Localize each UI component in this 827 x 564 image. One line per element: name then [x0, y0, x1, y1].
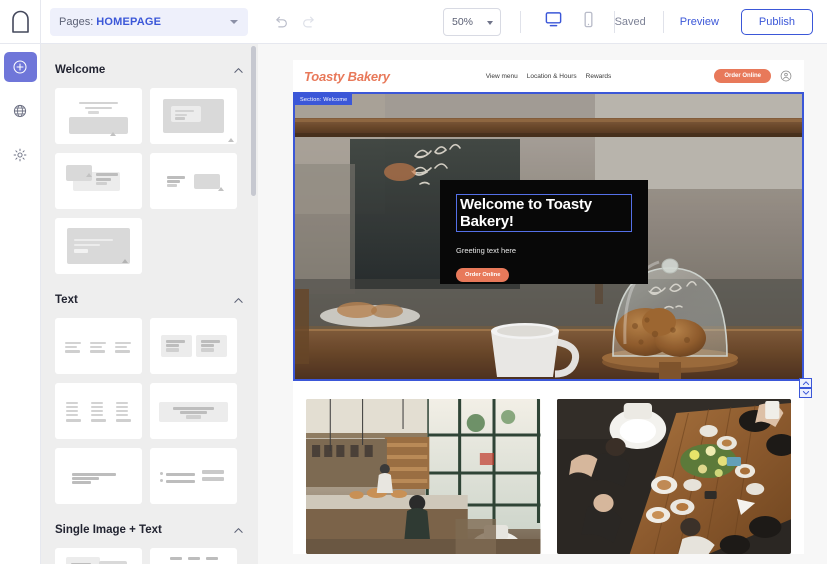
chevron-down-icon [230, 19, 238, 24]
redo-icon [303, 16, 314, 27]
device-preview-toggle [544, 10, 598, 34]
hero-text-overlay[interactable]: Welcome to Toasty Bakery! Greeting text … [440, 180, 648, 284]
single-image-text-thumb-grid [55, 548, 244, 564]
mobile-view-button[interactable] [579, 10, 598, 34]
thumb-text-layout-2[interactable] [150, 318, 237, 374]
toolbar-divider [662, 11, 664, 33]
site-canvas[interactable]: Toasty Bakery View menu Location & Hours… [258, 44, 827, 564]
nav-link-view-menu[interactable]: View menu [486, 73, 518, 80]
undo-icon [276, 16, 287, 27]
rail-item-site-design[interactable] [4, 96, 37, 126]
thumb-welcome-layout-2[interactable] [150, 88, 237, 144]
selected-section-welcome[interactable]: Section: Welcome Welcome to Toasty Baker… [293, 92, 812, 398]
thumb-text-layout-5[interactable] [55, 448, 142, 504]
communal-table-photo [556, 399, 791, 554]
gallery-photo-1[interactable] [306, 399, 541, 554]
move-section-up-button[interactable] [799, 378, 812, 388]
thumb-welcome-layout-4[interactable] [150, 153, 237, 209]
panel-section-header-single-image-text[interactable]: Single Image + Text [55, 504, 244, 548]
toolbar-divider [520, 11, 521, 33]
site-preview: Toasty Bakery View menu Location & Hours… [293, 60, 812, 554]
site-order-online-button[interactable]: Order Online [714, 69, 771, 83]
undo-button[interactable] [272, 13, 290, 31]
hero-cta-button[interactable]: Order Online [456, 268, 510, 282]
section-badge: Section: Welcome [295, 94, 353, 105]
image-placeholder-icon [228, 138, 234, 142]
zoom-level-value: 50% [452, 16, 474, 28]
gear-icon [13, 148, 27, 162]
section-title: Text [55, 294, 78, 306]
pages-dropdown[interactable]: Pages: HOMEPAGE [50, 7, 248, 36]
chevron-up-icon[interactable] [233, 65, 244, 76]
publish-button[interactable]: Publish [740, 9, 813, 35]
site-nav-links: View menu Location & Hours Rewards [486, 73, 612, 80]
app-logo-icon [11, 10, 29, 33]
nav-link-rewards[interactable]: Rewards [586, 73, 612, 80]
panel-section-header-text[interactable]: Text [55, 274, 244, 318]
site-navbar: Toasty Bakery View menu Location & Hours… [293, 60, 804, 92]
thumb-single-image-text-layout-1[interactable] [55, 548, 142, 564]
globe-icon [13, 104, 27, 118]
history-controls [272, 13, 318, 31]
chevron-down-icon [802, 391, 809, 395]
plus-circle-icon [13, 60, 27, 74]
nav-link-location-hours[interactable]: Location & Hours [527, 73, 577, 80]
gallery-section[interactable] [293, 381, 804, 554]
section-title: Single Image + Text [55, 524, 162, 536]
zoom-dropdown[interactable]: 50% [443, 8, 501, 36]
image-placeholder-icon [122, 259, 128, 263]
image-placeholder-icon [86, 173, 92, 177]
save-status: Saved [614, 16, 646, 28]
publish-controls: Saved Preview Publish [598, 0, 813, 44]
mobile-phone-icon [584, 11, 593, 28]
site-brand[interactable]: Toasty Bakery [304, 69, 390, 84]
desktop-monitor-icon [545, 12, 562, 27]
desktop-view-button[interactable] [544, 10, 563, 34]
image-placeholder-icon [110, 132, 116, 136]
thumb-text-layout-6[interactable] [150, 448, 237, 504]
thumb-text-layout-1[interactable] [55, 318, 142, 374]
gallery-photo-2[interactable] [556, 399, 791, 554]
top-toolbar: Pages: HOMEPAGE 50% Saved Preview Publis… [0, 0, 827, 44]
chevron-up-icon [802, 381, 809, 385]
chevron-up-icon[interactable] [233, 295, 244, 306]
panel-scrollbar-thumb[interactable] [251, 46, 256, 196]
move-section-down-button[interactable] [799, 388, 812, 398]
panel-scrollbar[interactable] [251, 44, 257, 564]
thumb-welcome-layout-5[interactable] [55, 218, 142, 274]
section-move-controls [799, 378, 812, 398]
account-circle-icon[interactable] [780, 70, 792, 82]
pages-label: Pages: [59, 15, 94, 28]
pages-current-value: HOMEPAGE [96, 15, 162, 28]
welcome-thumb-grid [55, 88, 244, 274]
thumb-text-layout-4[interactable] [150, 383, 237, 439]
left-icon-rail [0, 44, 41, 564]
chevron-down-icon [487, 21, 493, 25]
thumb-text-layout-3[interactable] [55, 383, 142, 439]
thumb-single-image-text-layout-2[interactable] [150, 548, 237, 564]
thumb-welcome-layout-1[interactable] [55, 88, 142, 144]
chevron-up-icon[interactable] [233, 525, 244, 536]
sections-panel[interactable]: Welcome Text Single Image + Text [41, 44, 258, 564]
image-placeholder-icon [218, 187, 224, 191]
hero-image[interactable]: Welcome to Toasty Bakery! Greeting text … [295, 94, 802, 379]
text-thumb-grid [55, 318, 244, 504]
preview-button[interactable]: Preview [664, 16, 735, 28]
thumb-welcome-layout-3[interactable] [55, 153, 142, 209]
redo-button[interactable] [300, 13, 318, 31]
section-title: Welcome [55, 64, 106, 76]
cafe-interior-photo [306, 399, 541, 554]
rail-item-settings[interactable] [4, 140, 37, 170]
hero-subtext[interactable]: Greeting text here [456, 246, 632, 255]
hero-heading[interactable]: Welcome to Toasty Bakery! [456, 194, 632, 232]
app-logo[interactable] [0, 0, 41, 44]
rail-item-add-section[interactable] [3, 52, 37, 82]
panel-section-header-welcome[interactable]: Welcome [55, 44, 244, 88]
